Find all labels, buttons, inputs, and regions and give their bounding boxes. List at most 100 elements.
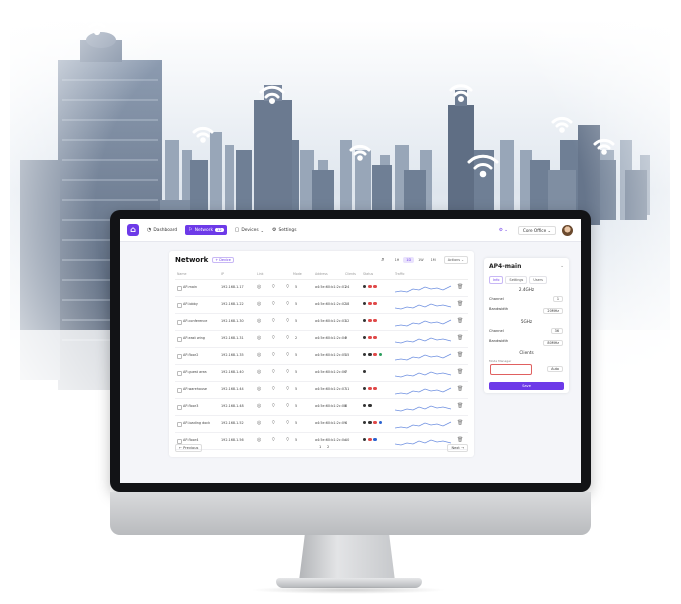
nav-label: Devices bbox=[241, 227, 259, 233]
tab-info[interactable]: Info bbox=[489, 276, 504, 284]
trash-icon[interactable]: 🗑 bbox=[457, 386, 463, 392]
table-row[interactable]: AP-guest area 192.168.1.40 5 a4:5e:60:b1:2c… bbox=[175, 365, 468, 382]
device-ip: 192.168.1.35 bbox=[221, 353, 244, 357]
row-checkbox[interactable] bbox=[177, 371, 182, 376]
status-dot bbox=[363, 302, 367, 306]
status-indicators bbox=[363, 319, 379, 323]
col-link[interactable]: Link bbox=[257, 272, 264, 276]
bandwidth-5-select[interactable]: 80MHz bbox=[543, 340, 563, 346]
traffic-sparkline bbox=[395, 319, 452, 327]
link-icons: ◎ ⌔ ⌔ bbox=[257, 386, 294, 392]
table-row[interactable]: AP-floor2 192.168.1.35 5 a4:5e:60:b1:2c:05 1… bbox=[175, 348, 468, 365]
col-clients[interactable]: Clients bbox=[345, 272, 356, 276]
sparkline-path bbox=[395, 353, 452, 361]
trash-icon[interactable]: 🗑 bbox=[457, 318, 463, 324]
device-address: a4:5e:60:b1:2c:05 bbox=[315, 353, 347, 357]
chevron-down-icon[interactable]: ⌄ bbox=[560, 264, 564, 269]
col-status[interactable]: Status bbox=[363, 272, 373, 276]
channel-24-select[interactable]: 1 bbox=[552, 296, 563, 302]
trash-icon[interactable]: 🗑 bbox=[457, 369, 463, 375]
col-name[interactable]: Name bbox=[177, 272, 186, 276]
status-dot bbox=[373, 438, 377, 442]
trash-icon[interactable]: 🗑 bbox=[457, 437, 463, 443]
trash-icon[interactable]: 🗑 bbox=[457, 352, 463, 358]
avatar[interactable] bbox=[562, 224, 573, 236]
device-clients: 15 bbox=[345, 353, 350, 357]
status-dot bbox=[363, 404, 367, 408]
range-1h[interactable]: 1H bbox=[392, 257, 403, 263]
row-checkbox[interactable] bbox=[177, 286, 182, 291]
table-row[interactable]: AP-main 192.168.1.17 5 a4:5e:60:b1:2c:01 24 ◎… bbox=[175, 280, 468, 297]
row-checkbox[interactable] bbox=[177, 337, 182, 342]
row-checkbox[interactable] bbox=[177, 388, 182, 393]
page-2[interactable]: 2 bbox=[327, 445, 329, 449]
traffic-sparkline bbox=[395, 387, 452, 395]
status-dot bbox=[363, 336, 367, 340]
stand-shadow bbox=[250, 586, 446, 594]
nav-network[interactable]: ⚐ Network 12 bbox=[185, 225, 227, 235]
nav-label: Settings bbox=[278, 227, 297, 233]
trash-icon[interactable]: 🗑 bbox=[457, 301, 463, 307]
range-1m[interactable]: 1M bbox=[428, 257, 439, 263]
bandwidth-24-select[interactable]: 20MHz bbox=[543, 308, 563, 314]
org-selector[interactable]: Core Office ⌄ bbox=[517, 225, 556, 235]
trash-icon[interactable]: 🗑 bbox=[457, 284, 463, 290]
row-checkbox[interactable] bbox=[177, 303, 182, 308]
device-ip: 192.168.1.52 bbox=[221, 421, 244, 425]
save-button[interactable]: Save bbox=[489, 382, 564, 390]
device-clients: 24 bbox=[345, 285, 350, 289]
trash-icon[interactable]: 🗑 bbox=[457, 420, 463, 426]
row-checkbox[interactable] bbox=[177, 320, 182, 325]
col-traffic[interactable]: Traffic bbox=[395, 272, 405, 276]
device-clients: 7 bbox=[345, 370, 348, 374]
trash-icon[interactable]: 🗑 bbox=[457, 403, 463, 409]
device-name: AP-warehouse bbox=[183, 387, 207, 391]
tab-settings[interactable]: Settings bbox=[505, 276, 528, 284]
col-mode[interactable]: Mode bbox=[293, 272, 302, 276]
table-row[interactable]: AP-lobby 192.168.1.22 5 a4:5e:60:b1:2c:02 18… bbox=[175, 297, 468, 314]
monitor-chin bbox=[110, 492, 591, 535]
range-1d[interactable]: 1D bbox=[403, 257, 415, 263]
page-1[interactable]: 1 bbox=[319, 445, 321, 449]
traffic-sparkline bbox=[395, 353, 452, 361]
table-row[interactable]: AP-east wing 192.168.1.31 2 a4:5e:60:b1:2c:… bbox=[175, 331, 468, 348]
table-row[interactable]: AP-floor3 192.168.1.48 5 a4:5e:60:b1:2c:08 6… bbox=[175, 399, 468, 416]
add-device-tag[interactable]: + Device bbox=[212, 257, 234, 263]
table-row[interactable]: AP-warehouse 192.168.1.44 5 a4:5e:60:b1:2c:… bbox=[175, 382, 468, 399]
channel-5-select[interactable]: 36 bbox=[550, 328, 563, 334]
nav-settings[interactable]: ⚙ Settings bbox=[272, 227, 297, 233]
col-ip[interactable]: IP bbox=[221, 272, 224, 276]
row-checkbox[interactable] bbox=[177, 405, 182, 410]
app-logo[interactable]: ⌂ bbox=[127, 224, 139, 236]
device-detail-panel: AP4-main ⌄ Info Settings Users 2.4GHz Ch… bbox=[484, 258, 569, 393]
device-clients: 4 bbox=[345, 421, 348, 425]
previous-button[interactable]: ← Previous bbox=[175, 444, 203, 452]
traffic-sparkline bbox=[395, 303, 452, 310]
col-address[interactable]: Address bbox=[315, 272, 328, 276]
table-row[interactable]: AP-loading dock 192.168.1.52 5 a4:5e:60:b1:… bbox=[175, 416, 468, 433]
nav-dashboard[interactable]: ◔ Dashboard bbox=[147, 227, 177, 233]
nav-count-badge: 12 bbox=[215, 228, 224, 232]
device-mode: 2 bbox=[295, 336, 298, 340]
auto-select[interactable]: Auto bbox=[547, 366, 563, 372]
trash-icon[interactable]: 🗑 bbox=[457, 335, 463, 341]
channel-label: Channel bbox=[489, 329, 504, 333]
status-dot bbox=[363, 319, 367, 323]
tab-users[interactable]: Users bbox=[529, 276, 547, 284]
row-checkbox[interactable] bbox=[177, 422, 182, 427]
row-checkbox[interactable] bbox=[177, 354, 182, 359]
bandwidth-label: Bandwidth bbox=[489, 307, 509, 311]
next-button[interactable]: Next → bbox=[447, 444, 468, 452]
table-controls: ⌕ 1H 1D 1W 1M Actions ⌄ bbox=[381, 256, 468, 264]
app-screen: ⌂ ◔ Dashboard ⚐ Network 12 ▢ Devices ⌄ ⚙… bbox=[120, 219, 581, 483]
status-indicators bbox=[363, 285, 379, 289]
range-1w[interactable]: 1W bbox=[415, 257, 427, 263]
nav-devices[interactable]: ▢ Devices ⌄ bbox=[235, 227, 264, 233]
table-row[interactable]: AP-conference 192.168.1.30 5 a4:5e:60:b1:2c… bbox=[175, 314, 468, 331]
mode-selection-box[interactable] bbox=[490, 364, 532, 375]
notifications-icon[interactable]: ⚙ ⌄ bbox=[499, 228, 508, 233]
actions-dropdown[interactable]: Actions ⌄ bbox=[443, 256, 468, 264]
sparkline-path bbox=[395, 303, 452, 310]
devices-icon: ▢ bbox=[234, 227, 240, 233]
search-icon[interactable]: ⌕ bbox=[381, 256, 384, 264]
